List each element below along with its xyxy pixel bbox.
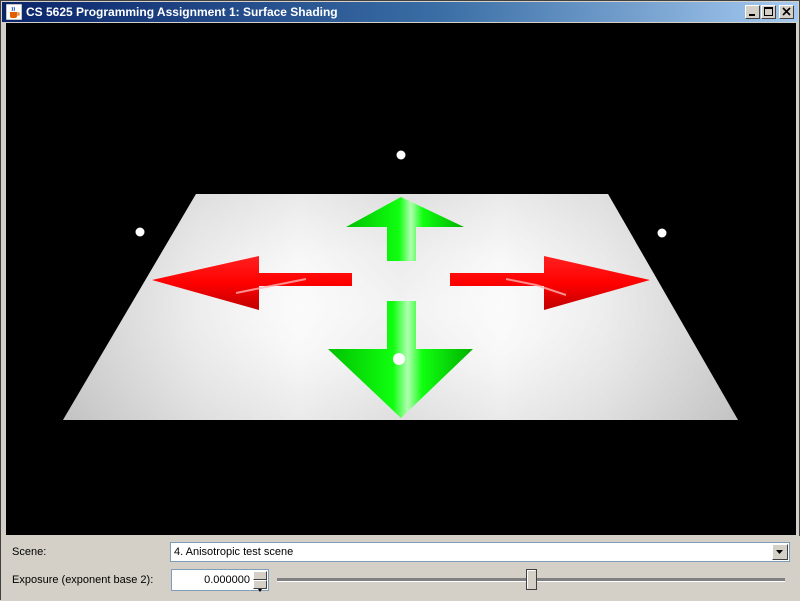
scene-label: Scene:	[12, 546, 47, 558]
java-coffee-icon	[6, 4, 22, 20]
maximize-icon	[764, 7, 773, 16]
control-panel: Scene: 4. Anisotropic test scene Exposur…	[1, 536, 800, 601]
exposure-value[interactable]: 0.000000	[204, 574, 250, 586]
maximize-button[interactable]	[761, 5, 776, 19]
light-marker-left[interactable]	[135, 227, 145, 237]
close-button[interactable]	[779, 5, 794, 19]
app-window: CS 5625 Programming Assignment 1: Surfac…	[0, 0, 800, 601]
spinner-down-button[interactable]	[253, 580, 267, 592]
window-title: CS 5625 Programming Assignment 1: Surfac…	[26, 5, 338, 19]
minimize-button[interactable]	[745, 5, 760, 19]
render-viewport[interactable]	[6, 23, 796, 535]
exposure-label: Exposure (exponent base 2):	[12, 574, 154, 586]
light-marker-top[interactable]	[396, 150, 406, 160]
arrow-down-icon	[258, 589, 262, 592]
dropdown-arrow-button[interactable]	[772, 544, 788, 560]
chevron-down-icon	[776, 550, 783, 554]
exposure-spinner[interactable]: 0.000000	[171, 569, 269, 592]
close-icon	[782, 7, 791, 16]
scene-dropdown[interactable]: 4. Anisotropic test scene	[170, 542, 790, 562]
minimize-icon	[749, 14, 755, 16]
light-marker-right[interactable]	[657, 228, 667, 238]
scene-selected-value: 4. Anisotropic test scene	[174, 546, 294, 558]
rendered-scene	[63, 150, 738, 420]
exposure-slider-thumb[interactable]	[525, 569, 537, 590]
spinner-up-button[interactable]	[253, 571, 267, 583]
light-marker-center[interactable]	[393, 353, 405, 365]
title-bar[interactable]: CS 5625 Programming Assignment 1: Surfac…	[2, 2, 798, 22]
